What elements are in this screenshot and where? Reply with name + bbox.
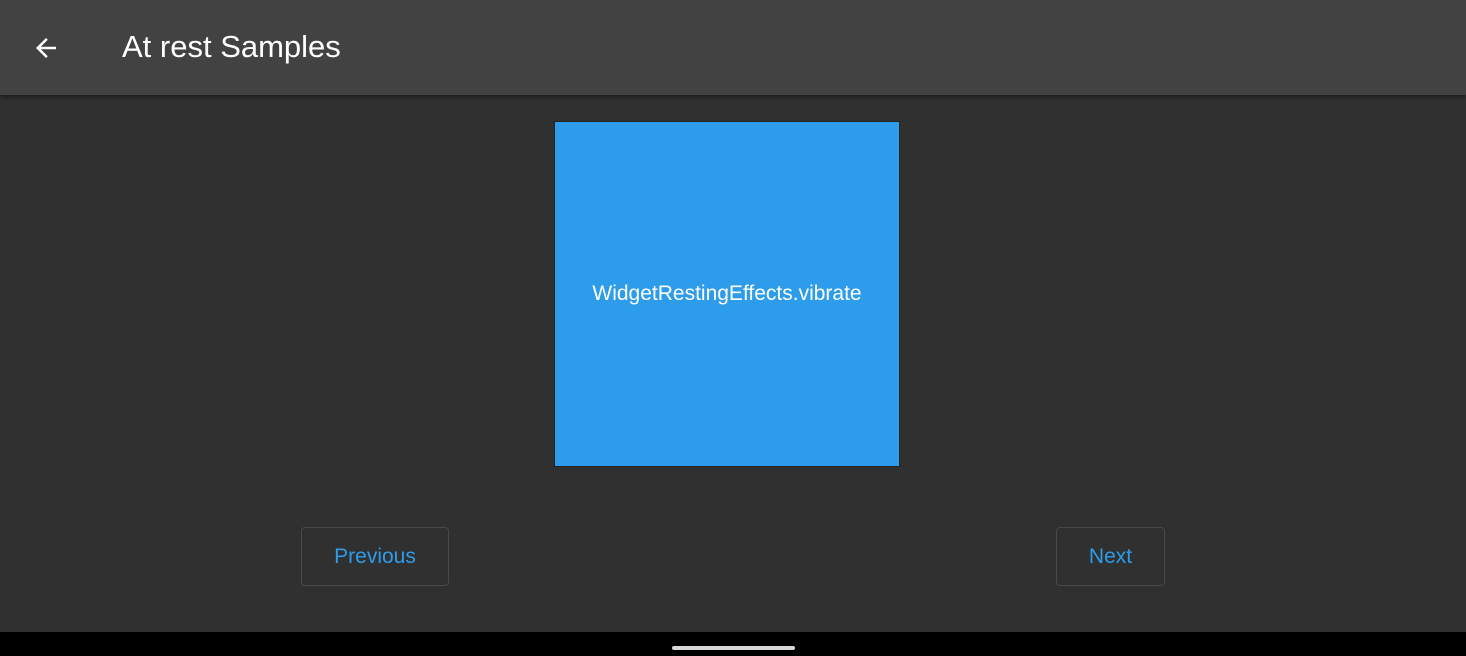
arrow-back-icon: [36, 38, 56, 58]
sample-widget-tile[interactable]: WidgetRestingEffects.vibrate: [555, 122, 899, 466]
sample-widget-label: WidgetRestingEffects.vibrate: [592, 282, 862, 305]
system-navigation-bar: [0, 632, 1466, 656]
back-button[interactable]: [18, 20, 74, 76]
page-title: At rest Samples: [122, 29, 341, 64]
app-bar: At rest Samples: [0, 0, 1466, 95]
previous-button[interactable]: Previous: [301, 527, 449, 586]
home-gesture-handle[interactable]: [672, 646, 795, 650]
next-button[interactable]: Next: [1056, 527, 1165, 586]
app-screen: At rest Samples WidgetRestingEffects.vib…: [0, 0, 1466, 656]
